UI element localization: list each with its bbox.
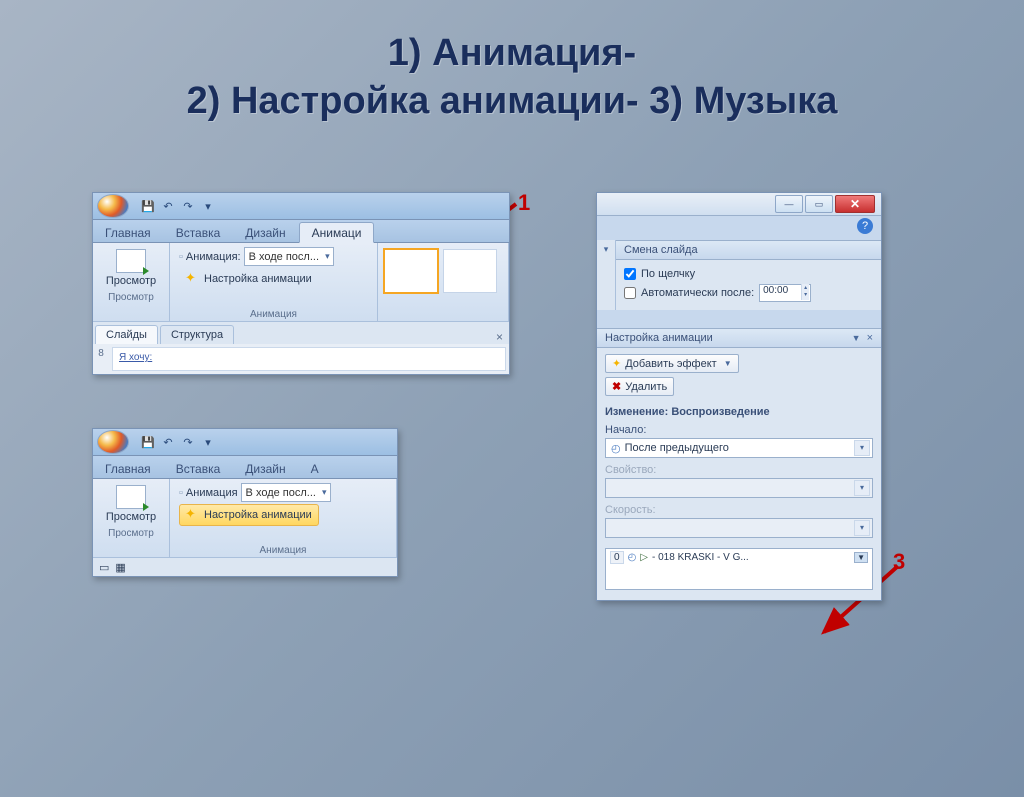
- slide-thumbnail[interactable]: Я хочу:: [112, 347, 506, 371]
- maximize-button[interactable]: ▭: [805, 195, 833, 213]
- save-icon[interactable]: 💾: [139, 197, 157, 215]
- transition-none[interactable]: [383, 248, 439, 294]
- window-controls: — ▭ ✕: [597, 193, 881, 216]
- remove-button[interactable]: ✖ Удалить: [605, 377, 674, 396]
- tab-design[interactable]: Дизайн: [233, 223, 298, 242]
- no-animation-icon: ▫: [179, 487, 183, 499]
- callout-1: 1: [518, 190, 530, 216]
- preview-button[interactable]: Просмотр: [99, 246, 163, 290]
- minimize-button[interactable]: —: [775, 195, 803, 213]
- close-pane-icon[interactable]: ×: [496, 330, 503, 344]
- property-combo: ▾: [605, 478, 873, 498]
- office-button[interactable]: [97, 430, 129, 454]
- collapse-arrow-icon[interactable]: ▾: [597, 240, 616, 310]
- slide-title: 1) Анимация- 2) Настройка анимации- 3) М…: [0, 30, 1024, 125]
- view-sorter-icon[interactable]: ▦: [115, 561, 125, 574]
- transition-gallery[interactable]: [378, 243, 508, 299]
- tab-insert[interactable]: Вставка: [164, 223, 234, 242]
- screenshot-panel-1: 💾 ↶ ↷ ▾ Главная Вставка Дизайн Анимаци П…: [92, 192, 510, 375]
- undo-icon[interactable]: ↶: [159, 197, 177, 215]
- clock-icon: ◴: [628, 552, 637, 563]
- screenshot-panel-3: — ▭ ✕ ? ▾ Смена слайда По щелчку Автомат…: [596, 192, 882, 601]
- tab-home[interactable]: Главная: [93, 459, 164, 478]
- start-label: Начало:: [605, 424, 873, 436]
- transition-item[interactable]: [443, 249, 497, 293]
- tab-animation-cut[interactable]: А: [299, 459, 332, 478]
- animation-combo[interactable]: В ходе посл...: [241, 483, 331, 502]
- star-icon: [186, 272, 200, 286]
- qat-dropdown-icon[interactable]: ▾: [199, 197, 217, 215]
- callout-3: 3: [893, 549, 905, 575]
- view-normal-icon[interactable]: ▭: [99, 561, 109, 574]
- animation-pane-header: Настройка анимации ▼ ×: [597, 328, 881, 348]
- redo-icon[interactable]: ↷: [179, 197, 197, 215]
- preview-icon: [116, 485, 146, 509]
- auto-after-checkbox[interactable]: Автоматически после: 00:00: [624, 282, 873, 304]
- add-effect-button[interactable]: ✦ Добавить эффект ▼: [605, 354, 739, 373]
- animation-combo[interactable]: В ходе посл...: [244, 247, 334, 266]
- qat-dropdown-icon[interactable]: ▾: [199, 433, 217, 451]
- pane-menu-icon[interactable]: ▼: [852, 333, 861, 343]
- start-combo[interactable]: ◴ После предыдущего ▾: [605, 438, 873, 458]
- close-button[interactable]: ✕: [835, 195, 875, 213]
- quick-access-toolbar: 💾 ↶ ↷ ▾: [93, 193, 509, 220]
- tab-design[interactable]: Дизайн: [233, 459, 298, 478]
- help-icon[interactable]: ?: [857, 218, 873, 234]
- preview-button[interactable]: Просмотр: [99, 482, 163, 526]
- play-icon: ▷: [640, 552, 648, 563]
- tab-insert[interactable]: Вставка: [164, 459, 234, 478]
- office-button[interactable]: [97, 194, 129, 218]
- preview-icon: [116, 249, 146, 273]
- property-label: Свойство:: [605, 464, 873, 476]
- star-icon: [186, 508, 200, 522]
- tab-animation[interactable]: Анимаци: [299, 222, 375, 243]
- screenshot-panel-2: 💾 ↶ ↷ ▾ Главная Вставка Дизайн А Просмот…: [92, 428, 398, 577]
- effect-list[interactable]: 0 ◴ ▷ - 018 KRASKI - V G... ▼: [605, 548, 873, 590]
- outline-tab[interactable]: Структура: [160, 325, 234, 344]
- tab-home[interactable]: Главная: [93, 223, 164, 242]
- add-effect-icon: ✦: [612, 357, 621, 370]
- no-animation-icon: ▫: [179, 251, 183, 263]
- effect-item[interactable]: 0 ◴ ▷ - 018 KRASKI - V G... ▼: [606, 549, 872, 566]
- speed-combo: ▾: [605, 518, 873, 538]
- on-click-checkbox[interactable]: По щелчку: [624, 266, 873, 282]
- save-icon[interactable]: 💾: [139, 433, 157, 451]
- custom-animation-button[interactable]: Настройка анимации: [179, 268, 319, 290]
- redo-icon[interactable]: ↷: [179, 433, 197, 451]
- quick-access-toolbar-2: 💾 ↶ ↷ ▾: [93, 429, 397, 456]
- clock-icon: ◴: [611, 442, 621, 455]
- remove-icon: ✖: [612, 380, 621, 393]
- pane-close-icon[interactable]: ×: [867, 332, 873, 344]
- auto-time-spinner[interactable]: 00:00: [759, 284, 811, 302]
- transition-header: Смена слайда: [616, 240, 881, 260]
- speed-label: Скорость:: [605, 504, 873, 516]
- effect-item-menu[interactable]: ▼: [854, 552, 868, 563]
- slides-tab[interactable]: Слайды: [95, 325, 158, 344]
- undo-icon[interactable]: ↶: [159, 433, 177, 451]
- slide-number: 8: [93, 344, 109, 374]
- custom-animation-button-hover[interactable]: Настройка анимации: [179, 504, 319, 526]
- change-heading: Изменение: Воспроизведение: [605, 406, 873, 418]
